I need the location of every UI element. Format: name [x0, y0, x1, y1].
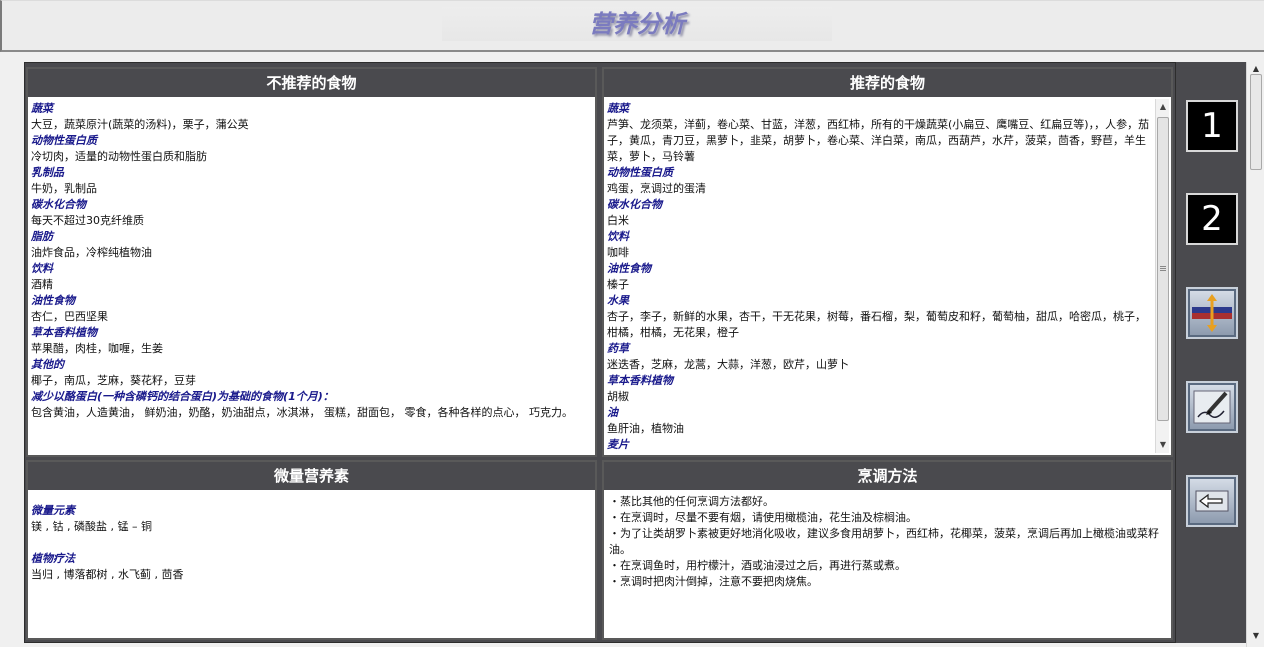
back-button[interactable]: [1186, 475, 1238, 527]
panel-header: 微量营养素: [28, 462, 595, 490]
category-foods: 咖啡: [607, 246, 629, 259]
panel-not-recommended: 不推荐的食物 蔬菜大豆，蔬菜原汁(蔬菜的汤料)，栗子，蒲公英 动物性蛋白质冷切肉，…: [26, 67, 597, 457]
category-foods: 每天不超过30克纤维质: [31, 214, 144, 227]
sidebar: 1 2: [1176, 62, 1246, 643]
cooking-tip: ・烹调时把肉汁倒掉，注意不要把肉烧焦。: [609, 575, 818, 588]
category-foods: 苹果醋，肉桂，咖喱，生姜: [31, 342, 163, 355]
category-foods: 芦笋、龙须菜，洋蓟，卷心菜、甘蓝，洋葱，西红柿，所有的干燥蔬菜(小扁豆、鹰嘴豆、…: [607, 118, 1150, 163]
category-heading: 草本香料植物: [31, 326, 97, 339]
scroll-thumb[interactable]: [1157, 117, 1169, 421]
panel-body[interactable]: ・蒸比其他的任何烹调方法都好。・在烹调时，尽量不要有烟，请使用橄榄油，花生油及棕…: [606, 492, 1169, 636]
panel-body[interactable]: 微量元素镁 , 钴 , 磷酸盐 , 锰 – 铜植物疗法当归 , 博落都树 , 水…: [30, 492, 593, 636]
cooking-tip: ・蒸比其他的任何烹调方法都好。: [609, 495, 774, 508]
panel-body[interactable]: 蔬菜大豆，蔬菜原汁(蔬菜的汤料)，栗子，蒲公英 动物性蛋白质冷切肉，适量的动物性蛋…: [30, 99, 593, 453]
category-foods: 油炸食品，冷榨纯植物油: [31, 246, 152, 259]
category-heading: 草本香料植物: [607, 374, 673, 387]
category-heading: 碳水化合物: [607, 198, 662, 211]
panel-micronutrients: 微量营养素 微量元素镁 , 钴 , 磷酸盐 , 锰 – 铜植物疗法当归 , 博落…: [26, 460, 597, 640]
category-foods: 鸡蛋，烹调过的蛋清: [607, 182, 706, 195]
panel-cooking: 烹调方法 ・蒸比其他的任何烹调方法都好。・在烹调时，尽量不要有烟，请使用橄榄油，…: [602, 460, 1173, 640]
title-bar: 营养分析: [0, 0, 1264, 52]
panel-header: 不推荐的食物: [28, 69, 595, 97]
scroll-up-arrow-icon[interactable]: ▲: [1156, 101, 1170, 113]
category-foods: 胡椒: [607, 390, 629, 403]
category-heading: 减少以酪蛋白(一种含磷钙的结合蛋白)为基础的食物(1个月)：: [31, 390, 334, 403]
category-heading: 油: [607, 406, 618, 419]
category-heading: 动物性蛋白质: [31, 134, 97, 147]
category-heading: 脂肪: [31, 230, 53, 243]
category-foods: 牛奶，乳制品: [31, 182, 97, 195]
category-heading: 蔬菜: [607, 102, 629, 115]
category-heading: 饮料: [607, 230, 629, 243]
category-foods: 迷迭香，芝麻，龙蒿，大蒜，洋葱，欧芹，山萝卜: [607, 358, 849, 371]
scroll-down-arrow-icon[interactable]: ▼: [1247, 629, 1264, 643]
resize-button[interactable]: [1186, 287, 1238, 339]
category-foods: 当归 , 博落都树 , 水飞蓟 , 茴香: [31, 568, 184, 581]
category-heading: 碳水化合物: [31, 198, 86, 211]
category-foods: 鱼肝油，植物油: [607, 422, 684, 435]
page-scrollbar[interactable]: ▲ ▼: [1246, 62, 1264, 647]
category-heading: 其他的: [31, 358, 64, 371]
panel-header: 推荐的食物: [604, 69, 1171, 97]
page-2-button[interactable]: 2: [1186, 193, 1238, 245]
panel-recommended: 推荐的食物 蔬菜芦笋、龙须菜，洋蓟，卷心菜、甘蓝，洋葱，西红柿，所有的干燥蔬菜(…: [602, 67, 1173, 457]
resize-vertical-icon: [1192, 294, 1232, 332]
scroll-down-arrow-icon[interactable]: ▼: [1156, 439, 1170, 451]
category-heading: 药草: [607, 342, 629, 355]
category-foods: 椰子，南瓜，芝麻，葵花籽，豆芽: [31, 374, 196, 387]
category-heading: 水果: [607, 294, 629, 307]
category-heading: 油性食物: [31, 294, 75, 307]
panel-scrollbar[interactable]: ▲ ▼: [1155, 99, 1169, 453]
category-foods: 镁 , 钴 , 磷酸盐 , 锰 – 铜: [31, 520, 152, 533]
cooking-tip: ・在烹调鱼时，用柠檬汁，酒或油浸过之后，再进行蒸或煮。: [609, 559, 906, 572]
category-heading: 蔬菜: [31, 102, 53, 115]
category-foods: 杏仁，巴西坚果: [31, 310, 108, 323]
page-1-button[interactable]: 1: [1186, 100, 1238, 152]
cooking-tip: ・为了让类胡罗卜素被更好地消化吸收，建议多食用胡萝卜，西红柿，花椰菜，菠菜，烹调…: [609, 527, 1159, 556]
category-heading: 微量元素: [31, 504, 75, 517]
category-foods: 杏子，李子，新鲜的水果，杏干，干无花果，树莓，番石榴，梨，葡萄皮和籽，葡萄柚，甜…: [607, 310, 1146, 339]
category-heading: 油性食物: [607, 262, 651, 275]
category-heading: 动物性蛋白质: [607, 166, 673, 179]
back-arrow-icon: [1195, 490, 1229, 512]
category-heading: 植物疗法: [31, 552, 75, 565]
cooking-tip: ・在烹调时，尽量不要有烟，请使用橄榄油，花生油及棕榈油。: [609, 511, 917, 524]
category-foods: 白米: [607, 214, 629, 227]
content-area: 不推荐的食物 蔬菜 大豆，蔬菜原汁(蔬菜的汤料)，栗子，蒲公英 动物性蛋白质 冷切肉，…: [24, 62, 1176, 643]
category-foods: 酒精: [31, 278, 53, 291]
category-heading: 麦片: [607, 438, 629, 451]
page-title: 营养分析: [442, 7, 832, 41]
panel-body[interactable]: 蔬菜芦笋、龙须菜，洋蓟，卷心菜、甘蓝，洋葱，西红柿，所有的干燥蔬菜(小扁豆、鹰嘴…: [606, 99, 1155, 453]
category-heading: 乳制品: [31, 166, 64, 179]
edit-button[interactable]: [1186, 381, 1238, 433]
category-foods: 冷切肉，适量的动物性蛋白质和脂肪: [31, 150, 207, 163]
category-foods: 大豆，蔬菜原汁(蔬菜的汤料)，栗子，蒲公英: [31, 118, 249, 131]
pen-edit-icon: [1193, 390, 1231, 424]
scroll-thumb[interactable]: [1250, 74, 1262, 170]
category-foods: 包含黄油，人造黄油， 鲜奶油，奶酪，奶油甜点，冰淇淋， 蛋糕，甜面包， 零食，各…: [31, 406, 573, 419]
category-foods: 榛子: [607, 278, 629, 291]
panel-header: 烹调方法: [604, 462, 1171, 490]
category-heading: 饮料: [31, 262, 53, 275]
